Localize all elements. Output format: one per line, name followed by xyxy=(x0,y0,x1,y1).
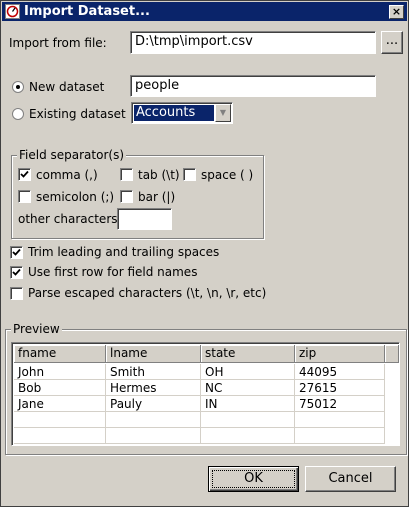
table-cell: 44095 xyxy=(295,364,385,380)
comma-label: comma (,) xyxy=(36,168,98,182)
ok-button[interactable]: OK xyxy=(208,466,299,492)
new-dataset-radio[interactable] xyxy=(12,81,24,93)
new-dataset-label: New dataset xyxy=(29,80,105,94)
column-header-fname[interactable]: fname xyxy=(14,345,106,363)
table-cell: John xyxy=(14,364,106,380)
table-cell-empty xyxy=(201,428,295,444)
table-cell-empty xyxy=(14,428,106,444)
table-cell: IN xyxy=(201,396,295,412)
table-cell-empty xyxy=(106,412,201,428)
new-dataset-input[interactable]: people xyxy=(130,75,376,97)
comma-checkbox[interactable] xyxy=(18,168,31,181)
bar-checkbox[interactable] xyxy=(120,190,133,203)
existing-dataset-select[interactable]: Accounts ▼ xyxy=(131,102,233,124)
table-cell: OH xyxy=(201,364,295,380)
existing-dataset-value: Accounts xyxy=(134,105,214,121)
trim-label: Trim leading and trailing spaces xyxy=(28,245,220,259)
chevron-down-icon[interactable]: ▼ xyxy=(215,104,231,122)
table-cell: Pauly xyxy=(106,396,201,412)
cancel-button[interactable]: Cancel xyxy=(305,466,396,492)
tab-checkbox[interactable] xyxy=(120,168,133,181)
table-cell-empty xyxy=(14,412,106,428)
existing-dataset-radio[interactable] xyxy=(12,108,24,120)
semicolon-label: semicolon (;) xyxy=(36,190,115,204)
preview-title: Preview xyxy=(11,322,62,336)
column-header-zip[interactable]: zip xyxy=(295,345,385,363)
table-cell: NC xyxy=(201,380,295,396)
first-row-label: Use first row for field names xyxy=(28,265,198,279)
table-cell-empty xyxy=(106,428,201,444)
browse-button[interactable]: ... xyxy=(381,31,403,54)
escaped-checkbox[interactable] xyxy=(10,287,23,300)
app-icon xyxy=(5,4,20,19)
space-label: space ( ) xyxy=(201,168,254,182)
table-cell: Hermes xyxy=(106,380,201,396)
window-title: Import Dataset... xyxy=(24,4,150,19)
column-header-filler xyxy=(385,345,399,363)
space-checkbox[interactable] xyxy=(183,168,196,181)
other-characters-input[interactable] xyxy=(117,208,172,230)
first-row-checkbox[interactable] xyxy=(10,266,23,279)
tab-label: tab (\t) xyxy=(138,168,180,182)
preview-table[interactable]: fname lname state zip John Smith OH 4409… xyxy=(11,342,400,446)
import-dataset-dialog: Import Dataset... × Import from file: D:… xyxy=(0,0,409,507)
bar-label: bar (|) xyxy=(138,190,176,204)
table-cell-empty xyxy=(295,412,385,428)
table-cell-empty xyxy=(201,412,295,428)
trim-checkbox[interactable] xyxy=(10,246,23,259)
column-header-lname[interactable]: lname xyxy=(106,345,201,363)
column-header-state[interactable]: state xyxy=(201,345,295,363)
existing-dataset-label: Existing dataset xyxy=(29,107,126,121)
table-cell: 75012 xyxy=(295,396,385,412)
escaped-label: Parse escaped characters (\t, \n, \r, et… xyxy=(28,286,267,300)
table-cell: Jane xyxy=(14,396,106,412)
field-separator-title: Field separator(s) xyxy=(17,148,126,162)
title-bar: Import Dataset... × xyxy=(2,2,407,21)
table-cell: 27615 xyxy=(295,380,385,396)
radio-selected-dot xyxy=(16,85,20,89)
import-file-label: Import from file: xyxy=(9,36,107,50)
close-icon[interactable]: × xyxy=(389,5,404,19)
import-file-input[interactable]: D:\tmp\import.csv xyxy=(130,31,376,54)
table-cell: Bob xyxy=(14,380,106,396)
other-characters-label: other characters: xyxy=(18,212,122,226)
semicolon-checkbox[interactable] xyxy=(18,190,31,203)
table-cell-empty xyxy=(295,428,385,444)
table-cell: Smith xyxy=(106,364,201,380)
